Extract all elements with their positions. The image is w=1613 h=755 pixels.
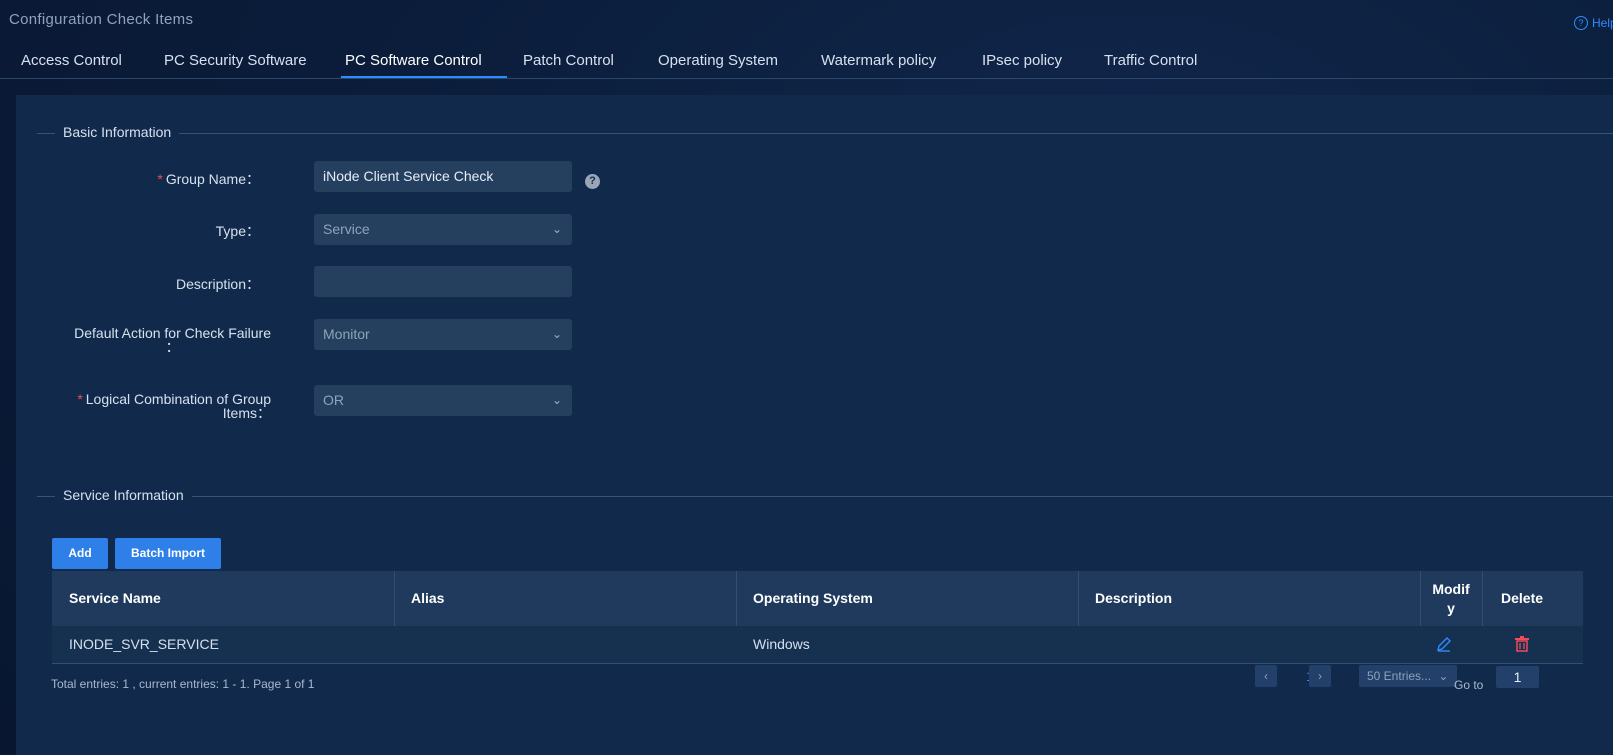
next-page-button[interactable]: › bbox=[1309, 665, 1331, 687]
cell-operating-system: Windows bbox=[753, 636, 810, 652]
col-alias[interactable]: Alias bbox=[394, 571, 444, 626]
chevron-down-icon: ⌄ bbox=[1438, 669, 1449, 683]
cell-description bbox=[1078, 626, 1095, 663]
tab-operating-system[interactable]: Operating System bbox=[658, 52, 778, 69]
tab-pc-security-software[interactable]: PC Security Software bbox=[164, 52, 307, 69]
group-name-input[interactable]: iNode Client Service Check bbox=[314, 161, 572, 192]
description-input[interactable] bbox=[314, 266, 572, 297]
help-icon: ? bbox=[1574, 16, 1588, 30]
batch-import-button[interactable]: Batch Import bbox=[115, 538, 221, 569]
tab-traffic-control[interactable]: Traffic Control bbox=[1104, 52, 1197, 69]
page-title: Configuration Check Items bbox=[9, 11, 194, 28]
cell-alias bbox=[394, 626, 411, 663]
chevron-down-icon: ⌄ bbox=[551, 393, 562, 407]
active-tab-indicator bbox=[341, 76, 507, 78]
type-label: Type： bbox=[215, 223, 260, 239]
default-action-label: Default Action for Check Failure ： bbox=[74, 325, 271, 355]
main-panel: Basic Information * Group Name： iNode Cli… bbox=[16, 95, 1613, 755]
goto-input[interactable]: 1 bbox=[1496, 666, 1539, 688]
table-row: INODE_SVR_SERVICE Windows bbox=[52, 626, 1583, 664]
logical-combination-label: * Logical Combination of Group Items： bbox=[77, 391, 271, 421]
help-hint-icon[interactable]: ? bbox=[585, 174, 600, 189]
tab-ipsec-policy[interactable]: IPsec policy bbox=[982, 52, 1062, 69]
chevron-down-icon: ⌄ bbox=[551, 327, 562, 341]
col-delete: Delete bbox=[1501, 590, 1544, 606]
service-info-divider: Service Information bbox=[37, 487, 1613, 503]
tab-access-control[interactable]: Access Control bbox=[21, 52, 122, 69]
help-label: Help bbox=[1592, 16, 1613, 30]
col-service-name[interactable]: Service Name bbox=[52, 571, 161, 626]
pagination-summary: Total entries: 1 , current entries: 1 - … bbox=[51, 677, 315, 691]
tab-watermark-policy[interactable]: Watermark policy bbox=[821, 52, 936, 69]
required-marker: * bbox=[157, 171, 163, 187]
goto-label: Go to bbox=[1454, 678, 1484, 692]
delete-icon[interactable] bbox=[1515, 636, 1529, 652]
logical-combination-select[interactable]: OR ⌄ bbox=[314, 385, 572, 416]
service-table: Service Name Alias Operating System Desc… bbox=[52, 571, 1583, 664]
tab-patch-control[interactable]: Patch Control bbox=[523, 52, 614, 69]
col-description[interactable]: Description bbox=[1078, 571, 1172, 626]
basic-info-divider: Basic Information bbox=[37, 124, 1613, 140]
default-action-select[interactable]: Monitor ⌄ bbox=[314, 319, 572, 350]
group-name-label: * Group Name： bbox=[157, 171, 260, 187]
edit-icon[interactable] bbox=[1436, 636, 1452, 652]
page-size-select[interactable]: 50 Entries... ⌄ bbox=[1359, 665, 1457, 687]
col-operating-system[interactable]: Operating System bbox=[736, 571, 873, 626]
service-info-title: Service Information bbox=[55, 487, 192, 503]
add-button[interactable]: Add bbox=[52, 538, 108, 569]
chevron-down-icon: ⌄ bbox=[551, 222, 562, 236]
col-modify: Modif y bbox=[1432, 581, 1470, 616]
cell-service-name: INODE_SVR_SERVICE bbox=[69, 636, 219, 652]
help-link[interactable]: ? Help bbox=[1574, 16, 1613, 30]
description-label: Description： bbox=[175, 276, 260, 292]
type-select[interactable]: Service ⌄ bbox=[314, 214, 572, 245]
table-header: Service Name Alias Operating System Desc… bbox=[52, 571, 1583, 626]
basic-info-title: Basic Information bbox=[55, 124, 180, 140]
tab-bar: Access Control PC Security Software PC S… bbox=[0, 46, 1613, 79]
prev-page-button[interactable]: ‹ bbox=[1255, 665, 1277, 687]
required-marker: * bbox=[77, 391, 83, 407]
tab-pc-software-control[interactable]: PC Software Control bbox=[345, 52, 482, 69]
